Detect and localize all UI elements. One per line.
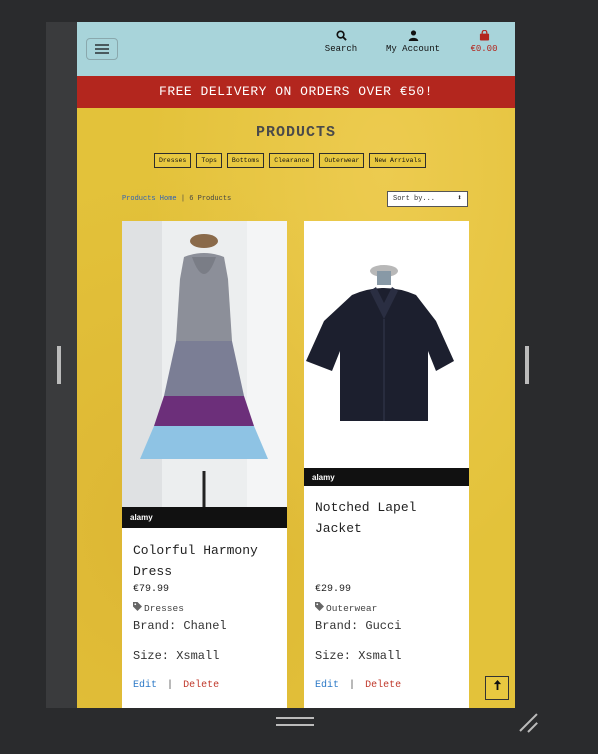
product-category[interactable]: Dresses: [133, 602, 184, 614]
product-image[interactable]: alamy: [122, 221, 287, 528]
delivery-banner: FREE DELIVERY ON ORDERS OVER €50!: [77, 76, 515, 108]
tag-icon: [133, 602, 142, 614]
back-to-top-button[interactable]: [485, 676, 509, 700]
delete-link[interactable]: Delete: [365, 680, 401, 691]
product-brand: Brand: Gucci: [315, 619, 402, 633]
product-actions: Edit | Delete: [315, 680, 401, 691]
category-clearance-button[interactable]: Clearance: [269, 153, 315, 168]
tag-icon: [315, 602, 324, 614]
product-size: Size: Xsmall: [133, 649, 220, 663]
hamburger-icon: [95, 44, 109, 46]
left-resize-grip[interactable]: [57, 346, 61, 384]
edit-link[interactable]: Edit: [315, 680, 339, 691]
right-resize-grip[interactable]: [525, 346, 529, 384]
bottom-resize-grip[interactable]: [276, 717, 314, 726]
alamy-watermark: alamy: [312, 473, 335, 482]
products-home-link[interactable]: Products Home: [122, 195, 177, 203]
my-account-label: My Account: [385, 44, 440, 54]
edit-link[interactable]: Edit: [133, 680, 157, 691]
search-icon: [323, 30, 359, 44]
cart-total: €0.00: [470, 44, 498, 54]
product-category-label: Outerwear: [326, 603, 378, 614]
actions-separator: |: [349, 680, 356, 691]
product-brand: Brand: Chanel: [133, 619, 227, 633]
product-price: €29.99: [315, 584, 352, 595]
product-card[interactable]: alamy Notched Lapel Jacket €29.99 Outerw…: [304, 221, 469, 708]
arrow-up-icon: [493, 680, 502, 694]
category-tops-button[interactable]: Tops: [196, 153, 222, 168]
product-count: 6 Products: [189, 195, 232, 203]
product-actions: Edit | Delete: [133, 680, 219, 691]
page-title: PRODUCTS: [255, 124, 336, 141]
search-label: Search: [324, 44, 358, 54]
actions-separator: |: [167, 680, 174, 691]
menu-toggle-button[interactable]: [86, 38, 118, 60]
product-category[interactable]: Outerwear: [315, 602, 377, 614]
alamy-watermark: alamy: [130, 513, 153, 522]
product-image[interactable]: alamy: [304, 221, 469, 486]
delete-link[interactable]: Delete: [183, 680, 219, 691]
corner-resize-handle[interactable]: [518, 712, 540, 734]
breadcrumb: Products Home | 6 Products: [122, 195, 231, 203]
sort-select-value: Sort by...: [393, 195, 436, 203]
search-link[interactable]: Search: [323, 30, 359, 54]
shopping-bag-icon: [467, 29, 501, 44]
product-card[interactable]: alamy Colorful Harmony Dress €79.99 Dres…: [122, 221, 287, 708]
user-icon: [383, 30, 443, 44]
product-name[interactable]: Colorful Harmony Dress: [133, 540, 279, 582]
my-account-link[interactable]: My Account: [383, 30, 443, 54]
cart-link[interactable]: €0.00: [467, 29, 501, 54]
site-viewport: Search My Account €0.00 FREE DELIVERY ON…: [77, 22, 515, 708]
product-name[interactable]: Notched Lapel Jacket: [315, 497, 461, 539]
product-category-label: Dresses: [144, 603, 184, 614]
breadcrumb-separator: |: [180, 195, 186, 203]
products-section: PRODUCTS Dresses Tops Bottoms Clearance …: [77, 108, 515, 708]
category-filters: Dresses Tops Bottoms Clearance Outerwear…: [154, 153, 427, 168]
category-new-arrivals-button[interactable]: New Arrivals: [369, 153, 427, 168]
product-price: €79.99: [133, 584, 170, 595]
category-outerwear-button[interactable]: Outerwear: [319, 153, 365, 168]
category-dresses-button[interactable]: Dresses: [154, 153, 192, 168]
category-bottoms-button[interactable]: Bottoms: [226, 153, 265, 168]
product-size: Size: Xsmall: [315, 649, 402, 663]
sort-select[interactable]: Sort by...: [387, 191, 468, 207]
site-header: Search My Account €0.00: [77, 22, 515, 76]
